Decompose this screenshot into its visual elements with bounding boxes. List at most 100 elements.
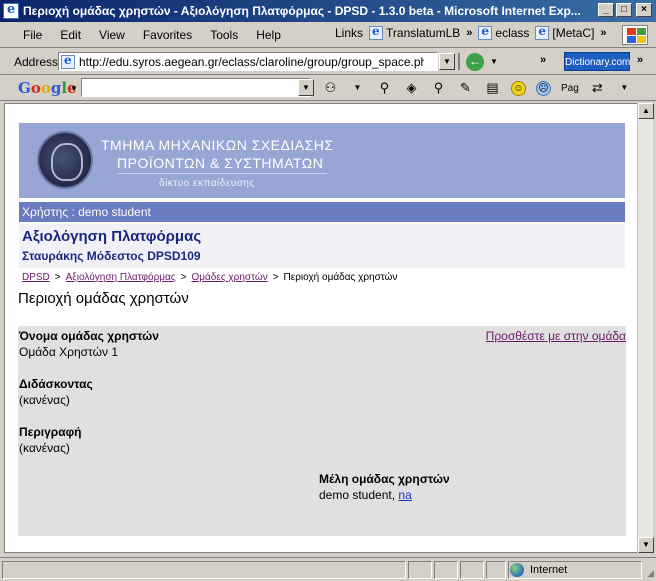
page-icon <box>478 24 493 40</box>
members-label: Μέλη ομάδας χρηστών <box>319 472 450 486</box>
page-info-icon[interactable]: ◈ <box>403 80 420 96</box>
highlight-icon[interactable]: ✎ <box>457 80 474 96</box>
link-eclass[interactable]: eclass <box>478 24 530 40</box>
chevron-right-icon[interactable]: » <box>637 54 643 66</box>
page-icon <box>369 24 384 40</box>
address-label: Address <box>14 55 59 69</box>
page-icon <box>61 53 75 69</box>
scroll-down-arrow-icon[interactable]: ▼ <box>638 537 654 553</box>
vertical-scrollbar[interactable]: ▲ ▼ <box>637 103 654 553</box>
window-title: Περιοχή ομάδας χρηστών - Αξιολόγηση Πλατ… <box>23 4 581 18</box>
translate-icon[interactable]: ⇄ <box>589 80 606 96</box>
menu-tools[interactable]: Tools <box>201 28 247 42</box>
breadcrumb-separator: > <box>54 272 61 283</box>
go-arrow-icon[interactable]: ← <box>466 53 484 71</box>
menu-favorites[interactable]: Favorites <box>134 28 201 42</box>
status-cell <box>408 561 432 579</box>
address-input[interactable]: http://edu.syros.aegean.gr/eclass/clarol… <box>58 52 438 71</box>
member-link[interactable]: na <box>398 488 411 502</box>
join-group-link[interactable]: Προσθέστε με στην ομάδα <box>486 329 626 343</box>
course-header: Αξιολόγηση Πλατφόρμας Σταυράκης Μόδεστος… <box>19 224 625 268</box>
breadcrumb-separator: > <box>180 272 187 283</box>
address-bar: Address http://edu.syros.aegean.gr/eclas… <box>0 49 656 75</box>
globe-icon <box>510 563 524 577</box>
banner-line-1: ΤΜΗΜΑ ΜΗΧΑΝΙΚΩΝ ΣΧΕΔΙΑΣΗΣ <box>101 137 334 153</box>
description-value: (κανένας) <box>19 441 70 455</box>
close-button[interactable]: × <box>636 3 652 17</box>
google-toolbar-icons: ⚇ ▼ ⚲ ◈ ⚲ ✎ ▤ ☺ ☹ Pag ⇄ ▼ <box>322 80 633 96</box>
menu-file[interactable]: File <box>14 28 51 42</box>
status-cell <box>434 561 458 579</box>
university-seal-logo <box>37 131 93 189</box>
chevron-right-icon[interactable]: » <box>466 27 472 39</box>
link-metac[interactable]: [MetaC] <box>535 24 595 40</box>
menu-edit[interactable]: Edit <box>51 28 90 42</box>
smiley-happy-icon[interactable]: ☺ <box>511 80 526 96</box>
group-name-value: Ομάδα Χρηστών 1 <box>19 345 118 359</box>
group-details: Όνομα ομάδας χρηστών Ομάδα Χρηστών 1 Προ… <box>18 326 626 536</box>
news-icon[interactable]: ⚲ <box>430 80 447 96</box>
google-toolbar: Google ▼ ▼ ⚇ ▼ ⚲ ◈ ⚲ ✎ ▤ ☺ ☹ Pag ⇄ ▼ <box>0 75 656 101</box>
pag-label[interactable]: Pag <box>561 83 579 94</box>
page-viewport: ΤΜΗΜΑ ΜΗΧΑΝΙΚΩΝ ΣΧΕΔΙΑΣΗΣ ΠΡΟΪΟΝΤΩΝ & ΣΥ… <box>4 103 638 553</box>
binoculars-icon[interactable]: ⚇ <box>322 80 339 96</box>
link-translatum[interactable]: TranslatumLB <box>369 24 461 40</box>
security-zone: Internet <box>510 563 567 577</box>
chevron-down-icon[interactable]: ▼ <box>349 80 366 96</box>
smiley-sad-icon[interactable]: ☹ <box>536 80 551 96</box>
chevron-right-icon[interactable]: » <box>540 54 546 66</box>
site-banner: ΤΜΗΜΑ ΜΗΧΑΝΙΚΩΝ ΣΧΕΔΙΑΣΗΣ ΠΡΟΪΟΝΤΩΝ & ΣΥ… <box>19 123 625 198</box>
breadcrumb-dpsd[interactable]: DPSD <box>22 272 50 283</box>
address-url[interactable]: http://edu.syros.aegean.gr/eclass/clarol… <box>79 55 424 69</box>
breadcrumb-groups[interactable]: Ομάδες χρηστών <box>191 272 267 283</box>
group-name-label: Όνομα ομάδας χρηστών <box>19 329 159 343</box>
ie-icon <box>3 2 19 19</box>
chevron-down-icon[interactable]: ▼ <box>616 80 633 96</box>
chevron-right-icon[interactable]: » <box>600 27 606 39</box>
tutor-value: (κανένας) <box>19 393 70 407</box>
google-search-input[interactable] <box>81 78 311 97</box>
menu-help[interactable]: Help <box>247 28 290 42</box>
course-subtitle: Σταυράκης Μόδεστος DPSD109 <box>22 249 201 263</box>
page-title: Περιοχή ομάδας χρηστών <box>18 290 189 307</box>
scroll-up-arrow-icon[interactable]: ▲ <box>638 103 654 119</box>
course-title[interactable]: Αξιολόγηση Πλατφόρμας <box>22 228 201 245</box>
google-dropdown-button[interactable]: ▼ <box>298 79 314 96</box>
maximize-button[interactable]: □ <box>616 3 632 17</box>
link-eclass-label: eclass <box>495 26 530 40</box>
resize-grip-icon[interactable]: ◢ <box>647 568 654 579</box>
breadcrumb-current: Περιοχή ομάδας χρηστών <box>283 272 398 283</box>
link-translatum-label: TranslatumLB <box>386 26 461 40</box>
breadcrumb-separator: > <box>272 272 279 283</box>
chevron-down-icon[interactable]: ▼ <box>70 84 78 93</box>
status-text-cell <box>2 561 406 579</box>
description-label: Περιγραφή <box>19 425 82 439</box>
member-name: demo student, <box>319 488 399 502</box>
separator <box>458 53 460 70</box>
breadcrumb-course[interactable]: Αξιολόγηση Πλατφόρμας <box>66 272 176 283</box>
address-dropdown-button[interactable]: ▼ <box>439 53 455 70</box>
banner-divider <box>117 173 327 174</box>
dictionary-button[interactable]: Dictionary.com <box>564 52 630 71</box>
status-cell <box>486 561 506 579</box>
menu-view[interactable]: View <box>90 28 134 42</box>
windows-logo-icon <box>622 25 648 45</box>
breadcrumb: DPSD > Αξιολόγηση Πλατφόρμας > Ομάδες χρ… <box>22 272 397 283</box>
link-metac-label: [MetaC] <box>552 26 595 40</box>
window-controls: _ □ × <box>598 3 652 17</box>
minimize-button[interactable]: _ <box>598 3 614 17</box>
search-site-icon[interactable]: ⚲ <box>376 80 393 96</box>
google-logo[interactable]: Google <box>18 79 77 97</box>
menu-bar: File Edit View Favorites Tools Help Link… <box>0 22 656 48</box>
links-label: Links <box>335 26 364 40</box>
title-bar: Περιοχή ομάδας χρηστών - Αξιολόγηση Πλατ… <box>0 0 656 22</box>
status-bar: Internet ◢ <box>0 557 656 581</box>
page-icon <box>535 24 550 40</box>
members-list: demo student, na <box>319 488 412 502</box>
chevron-down-icon[interactable]: ▼ <box>490 57 498 66</box>
tutor-label: Διδάσκοντας <box>19 377 93 391</box>
banner-line-3: δίκτυο εκπαίδευσης <box>159 178 255 189</box>
user-bar: Χρήστης : demo student <box>19 202 625 222</box>
blogger-icon[interactable]: ▤ <box>484 80 501 96</box>
links-toolbar: Links TranslatumLB » eclass [MetaC] » <box>335 24 607 40</box>
